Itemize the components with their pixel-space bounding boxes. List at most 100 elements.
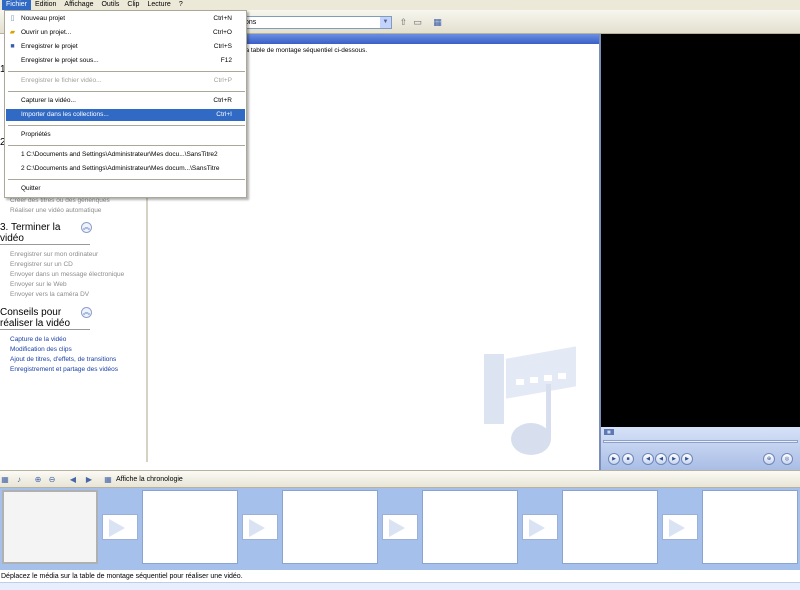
menubar: Fichier Edition Affichage Outils Clip Le…: [0, 0, 800, 10]
split-clip-icon[interactable]: ⊕: [763, 453, 775, 465]
play-icon[interactable]: ▶: [608, 453, 620, 465]
tips-section-title-2: réaliser la vidéo: [0, 318, 71, 329]
transition-slot[interactable]: [382, 514, 418, 540]
collapse-tips-icon[interactable]: ︽: [81, 307, 92, 318]
transition-slot[interactable]: [522, 514, 558, 540]
finish-section-title-2: vidéo: [0, 233, 24, 244]
horizontal-scrollbar[interactable]: [0, 582, 800, 590]
transition-slot[interactable]: [662, 514, 698, 540]
zoom-in-icon[interactable]: ⊕: [33, 475, 43, 485]
menu-recent-2[interactable]: 2 C:\Documents and Settings\Administrate…: [6, 163, 245, 175]
movie-maker-logo-icon: [484, 346, 576, 455]
menu-properties[interactable]: Propriétés: [6, 129, 245, 141]
audio-levels-icon[interactable]: ♪: [14, 475, 24, 485]
status-bar: Déplacez le média sur la table de montag…: [0, 570, 800, 582]
task-send-web[interactable]: Envoyer sur le Web: [10, 280, 67, 290]
timeline-icon[interactable]: ▦: [103, 475, 113, 485]
menu-separator: [8, 91, 245, 92]
clip-slot[interactable]: [2, 490, 98, 564]
show-timeline-button[interactable]: Affiche la chronologie: [116, 475, 183, 485]
menu-item-shortcut: Ctrl+I: [216, 111, 232, 118]
task-send-email[interactable]: Envoyer dans un message électronique: [10, 270, 124, 280]
chevron-down-icon[interactable]: ▼: [380, 17, 391, 28]
menu-outils[interactable]: Outils: [97, 0, 123, 10]
tips-section-title: Conseils pour: [0, 307, 62, 318]
menu-import-collections[interactable]: Importer dans les collections... Ctrl+I: [6, 109, 245, 121]
collapse-finish-icon[interactable]: ︽: [81, 222, 92, 233]
menu-separator: [8, 71, 245, 72]
transition-arrow-icon: [529, 519, 545, 537]
clip-slot[interactable]: [562, 490, 658, 564]
menu-recent-1[interactable]: 1 C:\Documents and Settings\Administrate…: [6, 149, 245, 161]
menu-item-shortcut: Ctrl+O: [213, 29, 232, 36]
clip-slot[interactable]: [422, 490, 518, 564]
file-menu-dropdown: ▯ Nouveau projet Ctrl+N ▰ Ouvrir un proj…: [4, 10, 247, 198]
menu-item-label: Importer dans les collections...: [21, 111, 109, 118]
forward-icon[interactable]: ▶: [668, 453, 680, 465]
menu-item-shortcut: Ctrl+P: [213, 77, 232, 84]
open-folder-icon: ▰: [9, 29, 16, 36]
transition-slot[interactable]: [242, 514, 278, 540]
menu-affichage[interactable]: Affichage: [60, 0, 97, 10]
menu-item-label: Propriétés: [21, 131, 51, 138]
menu-item-shortcut: Ctrl+R: [213, 97, 232, 104]
tip-titles-effects[interactable]: Ajout de titres, d'effets, de transition…: [10, 355, 116, 365]
monitor-mode-icon[interactable]: ▦: [604, 429, 614, 435]
divider: [0, 329, 90, 330]
tip-save-share[interactable]: Enregistrement et partage des vidéos: [10, 365, 118, 375]
next-icon[interactable]: ▶: [681, 453, 693, 465]
menu-clip[interactable]: Clip: [123, 0, 143, 10]
task-save-computer[interactable]: Enregistrer sur mon ordinateur: [10, 250, 98, 260]
rewind-storyboard-icon[interactable]: ◀: [68, 475, 78, 485]
menu-item-label: Enregistrer le projet sous...: [21, 57, 99, 64]
task-auto-movie[interactable]: Réaliser une vidéo automatique: [10, 206, 101, 216]
storyboard-view-icon[interactable]: ▦: [0, 475, 10, 485]
menu-open-project[interactable]: ▰ Ouvrir un projet... Ctrl+O: [6, 27, 245, 39]
menu-capture-video[interactable]: Capturer la vidéo... Ctrl+R: [6, 95, 245, 107]
clip-slot[interactable]: [282, 490, 378, 564]
view-options-icon[interactable]: ▦: [432, 17, 443, 28]
menu-item-shortcut: F12: [220, 57, 232, 64]
menu-help[interactable]: ?: [175, 0, 187, 10]
rewind-icon[interactable]: ◀: [655, 453, 667, 465]
status-text: Déplacez le média sur la table de montag…: [1, 573, 243, 580]
tip-edit-clips[interactable]: Modification des clips: [10, 345, 72, 355]
monitor-controls: ▦ ▶ ■ ◀ ◀ ▶ ▶ ⊕ ◎: [601, 427, 800, 470]
transition-arrow-icon: [669, 519, 685, 537]
menu-new-project[interactable]: ▯ Nouveau projet Ctrl+N: [6, 13, 245, 25]
preview-monitor: [599, 34, 800, 470]
menu-item-label: 1 C:\Documents and Settings\Administrate…: [21, 151, 218, 158]
menu-item-shortcut: Ctrl+S: [213, 43, 232, 50]
transition-arrow-icon: [249, 519, 265, 537]
clip-slot[interactable]: [702, 490, 798, 564]
menu-fichier[interactable]: Fichier: [2, 0, 32, 10]
transition-arrow-icon: [109, 519, 125, 537]
new-folder-icon[interactable]: ▭: [412, 17, 423, 28]
zoom-out-icon[interactable]: ⊖: [47, 475, 57, 485]
clip-slot[interactable]: [142, 490, 238, 564]
divider: [0, 244, 90, 245]
storyboard[interactable]: [0, 488, 800, 570]
stop-icon[interactable]: ■: [622, 453, 634, 465]
seek-bar[interactable]: [603, 440, 798, 443]
menu-item-shortcut: Ctrl+N: [213, 15, 232, 22]
menu-save-project[interactable]: ■ Enregistrer le projet Ctrl+S: [6, 41, 245, 53]
up-folder-icon[interactable]: ⇧: [398, 17, 409, 28]
menu-lecture[interactable]: Lecture: [143, 0, 174, 10]
task-save-cd[interactable]: Enregistrer sur un CD: [10, 260, 73, 270]
previous-icon[interactable]: ◀: [642, 453, 654, 465]
movie-maker-window: Fichier Edition Affichage Outils Clip Le…: [0, 0, 800, 590]
new-project-icon: ▯: [10, 15, 15, 22]
menu-separator: [8, 125, 245, 126]
play-storyboard-icon[interactable]: ▶: [84, 475, 94, 485]
menu-separator: [8, 145, 245, 146]
menu-quit[interactable]: Quitter: [6, 183, 245, 195]
task-send-dv[interactable]: Envoyer vers la caméra DV: [10, 290, 89, 300]
snapshot-icon[interactable]: ◎: [781, 453, 793, 465]
collections-combo[interactable]: ons ▼: [236, 16, 392, 29]
menu-save-project-as[interactable]: Enregistrer le projet sous... F12: [6, 55, 245, 67]
menu-edition[interactable]: Edition: [31, 0, 60, 10]
transition-slot[interactable]: [102, 514, 138, 540]
tip-capture[interactable]: Capture de la vidéo: [10, 335, 66, 345]
menu-item-label: 2 C:\Documents and Settings\Administrate…: [21, 165, 220, 172]
